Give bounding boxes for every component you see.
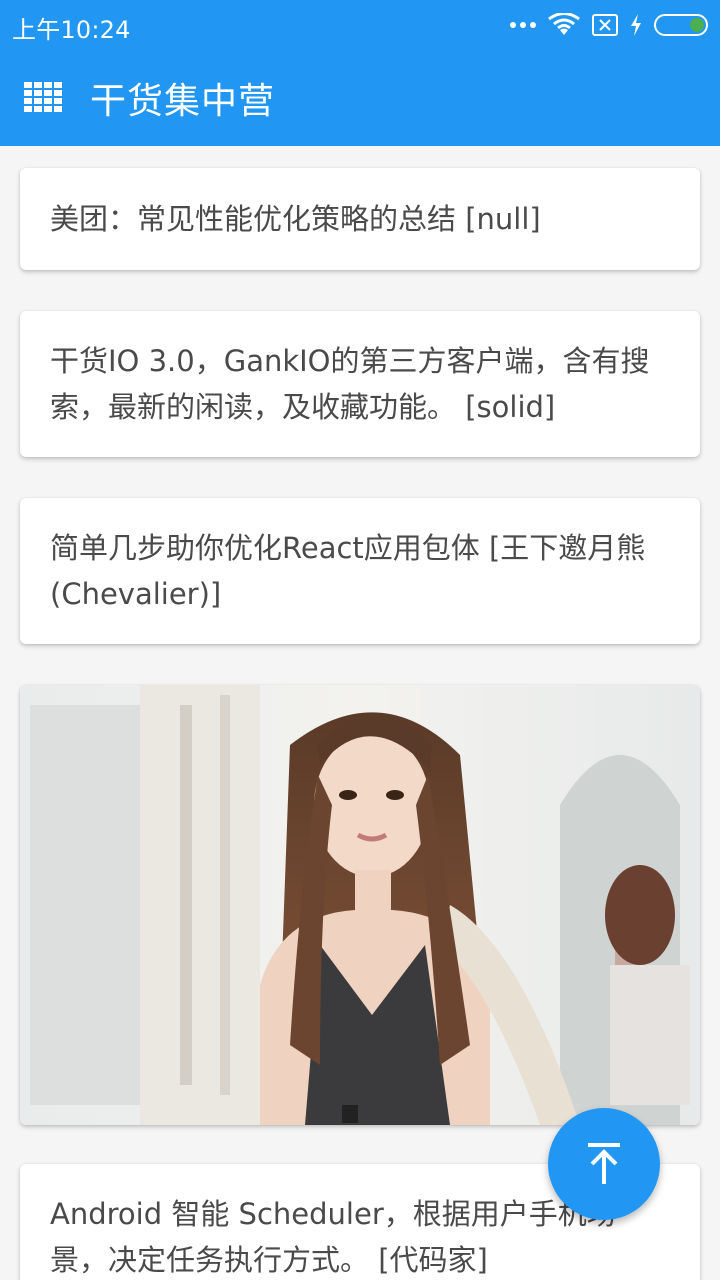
grid-menu-icon[interactable] xyxy=(24,82,64,114)
status-icons xyxy=(510,10,708,40)
article-title: 简单几步助你优化React应用包体 [王下邀月熊(Chevalier)] xyxy=(50,531,646,611)
app-bar: 上午10:24 干货集中营 xyxy=(0,0,720,146)
article-title: 干货IO 3.0，GankIO的第三方客户端，含有搜索，最新的闲读，及收藏功能。… xyxy=(50,344,650,424)
girl-photo xyxy=(20,685,700,1125)
arrow-up-to-top-icon xyxy=(588,1143,620,1184)
photo-card[interactable] xyxy=(20,685,700,1125)
article-card[interactable]: 美团：常见性能优化策略的总结 [null] xyxy=(20,168,700,270)
article-card[interactable]: 干货IO 3.0，GankIO的第三方客户端，含有搜索，最新的闲读，及收藏功能。… xyxy=(20,311,700,457)
more-dots-icon xyxy=(510,22,536,28)
article-title: 美团：常见性能优化策略的总结 [null] xyxy=(50,202,541,236)
charging-icon xyxy=(631,14,641,36)
status-bar: 上午10:24 xyxy=(0,0,720,50)
wifi-icon xyxy=(548,13,580,35)
no-sim-icon xyxy=(592,14,618,36)
battery-icon xyxy=(654,14,708,36)
app-title: 干货集中营 xyxy=(90,81,276,122)
article-card[interactable]: 简单几步助你优化React应用包体 [王下邀月熊(Chevalier)] xyxy=(20,498,700,644)
scroll-to-top-button[interactable] xyxy=(548,1108,660,1220)
status-time: 上午10:24 xyxy=(12,16,131,44)
toolbar: 干货集中营 xyxy=(0,50,720,146)
